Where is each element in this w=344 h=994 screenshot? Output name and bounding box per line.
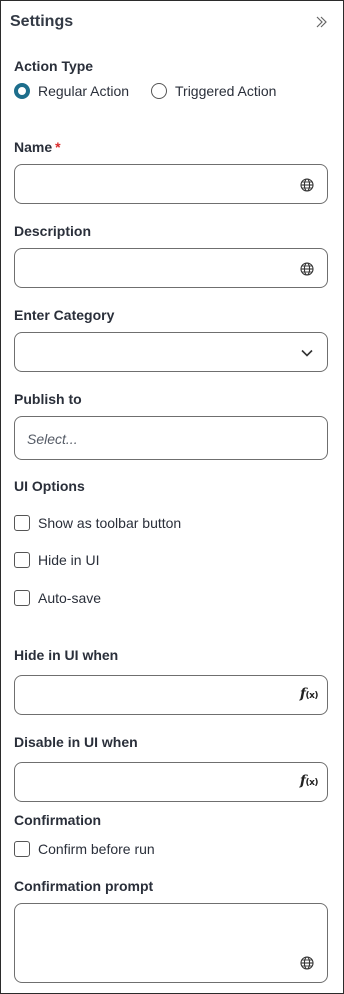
confirmation-prompt-label: Confirmation prompt [14, 878, 154, 894]
confirmation-prompt-textarea[interactable] [14, 903, 328, 983]
confirmation-label: Confirmation [14, 812, 102, 828]
radio-label: Triggered Action [175, 83, 277, 99]
action-type-label: Action Type [14, 58, 94, 74]
radio-triggered-action[interactable]: Triggered Action [151, 83, 276, 99]
panel-title: Settings [10, 13, 74, 30]
checkbox-label: Show as toolbar button [38, 515, 182, 531]
checkbox[interactable] [14, 590, 30, 606]
globe-icon[interactable] [299, 955, 315, 971]
formula-icon[interactable]: f(x) [300, 686, 319, 702]
ui-options-label: UI Options [14, 478, 85, 494]
name-field[interactable] [14, 164, 328, 204]
checkbox[interactable] [14, 552, 30, 568]
name-label: Name * [14, 139, 61, 155]
category-select[interactable] [14, 332, 328, 372]
checkbox[interactable] [14, 515, 30, 531]
checkbox-auto-save[interactable]: Auto-save [14, 590, 101, 606]
hide-in-ui-when-label: Hide in UI when [14, 647, 119, 663]
checkbox-label: Hide in UI [38, 552, 100, 568]
radio-regular-action[interactable]: Regular Action [14, 83, 129, 99]
description-label: Description [14, 223, 92, 239]
double-chevron-right-icon[interactable] [313, 14, 329, 30]
formula-icon[interactable]: f(x) [300, 773, 319, 789]
publish-to-placeholder: Select... [27, 431, 78, 447]
settings-panel: Settings Action Type Regular Action Trig… [0, 0, 344, 994]
checkbox-hide-in-ui[interactable]: Hide in UI [14, 552, 99, 568]
category-label: Enter Category [14, 307, 115, 323]
description-field[interactable] [14, 248, 328, 288]
globe-icon[interactable] [299, 177, 315, 193]
disable-in-ui-when-field[interactable]: f(x) [14, 762, 328, 802]
checkbox-confirm-before-run[interactable]: Confirm before run [14, 841, 155, 857]
publish-to-label: Publish to [14, 391, 82, 407]
disable-in-ui-when-label: Disable in UI when [14, 734, 138, 750]
radio-button-checked[interactable] [14, 83, 30, 99]
radio-button-unchecked[interactable] [151, 83, 167, 99]
checkbox-label: Auto-save [38, 590, 102, 606]
checkbox[interactable] [14, 841, 30, 857]
chevron-down-icon[interactable] [299, 345, 315, 361]
name-label-text: Name [14, 139, 53, 155]
radio-label: Regular Action [38, 83, 130, 99]
checkbox-show-toolbar-button[interactable]: Show as toolbar button [14, 515, 181, 531]
required-asterisk: * [55, 139, 61, 155]
globe-icon[interactable] [299, 261, 315, 277]
publish-to-select[interactable]: Select... [14, 416, 328, 460]
checkbox-label: Confirm before run [38, 841, 155, 857]
hide-in-ui-when-field[interactable]: f(x) [14, 675, 328, 715]
